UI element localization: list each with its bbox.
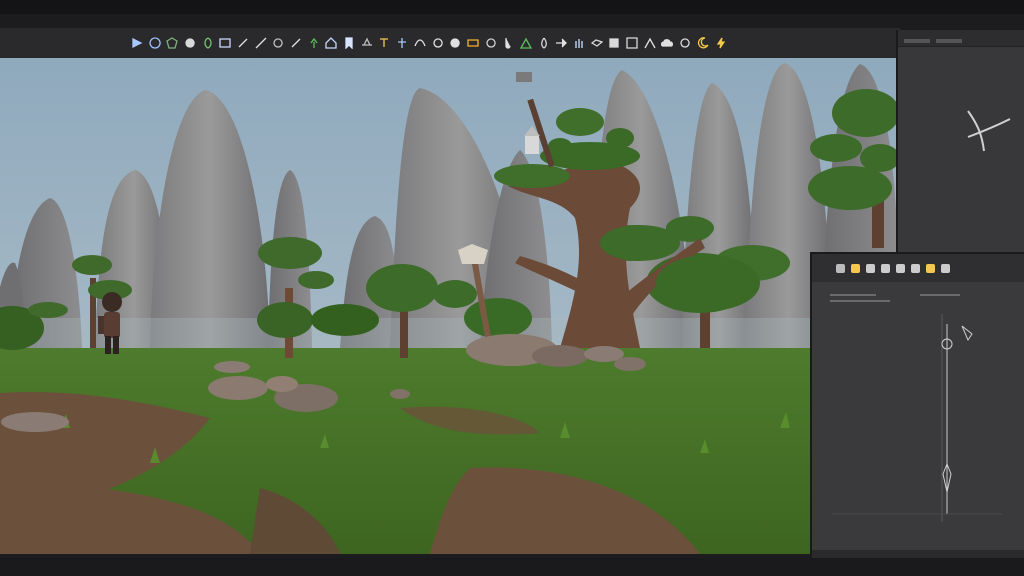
ring2-tool-icon[interactable]	[446, 34, 464, 52]
brush-tool-icon[interactable]	[234, 34, 252, 52]
book-tool-icon[interactable]	[216, 34, 234, 52]
shield-tool-icon[interactable]	[163, 34, 181, 52]
property-coin-icon[interactable]	[926, 263, 935, 273]
property-grid-icon[interactable]	[881, 263, 890, 273]
coin-tool-icon[interactable]	[676, 34, 694, 52]
status-bar	[0, 558, 1024, 576]
arrow-tool-icon[interactable]	[553, 34, 571, 52]
tool-row	[128, 34, 729, 52]
property-pin-icon[interactable]	[896, 263, 905, 273]
hook-tool-icon[interactable]	[499, 34, 517, 52]
preview-panel-header	[898, 30, 1024, 47]
mountain-tool-icon[interactable]	[517, 34, 535, 52]
property-bell-icon[interactable]	[851, 263, 860, 273]
stamp-tool-icon[interactable]	[606, 34, 624, 52]
ring3-tool-icon[interactable]	[482, 34, 500, 52]
cap-tool-icon[interactable]	[358, 34, 376, 52]
frame-tool-icon[interactable]	[623, 34, 641, 52]
main-toolbar	[0, 28, 900, 59]
droplet-tool-icon[interactable]	[535, 34, 553, 52]
globe-tool-icon[interactable]	[146, 34, 164, 52]
rig-preview	[832, 314, 1002, 522]
properties-panel	[810, 252, 1024, 560]
crescent-tool-icon[interactable]	[694, 34, 712, 52]
plant-tool-icon[interactable]	[305, 34, 323, 52]
pencil-tool-icon[interactable]	[252, 34, 270, 52]
scene-viewport[interactable]	[0, 58, 900, 554]
cloud-tool-icon[interactable]	[659, 34, 677, 52]
text-tool-icon[interactable]	[376, 34, 394, 52]
bird-tool-icon[interactable]	[588, 34, 606, 52]
circle-tool-icon[interactable]	[270, 34, 288, 52]
property-list-icon[interactable]	[866, 263, 875, 273]
sphere-tool-icon[interactable]	[181, 34, 199, 52]
label-tool-icon[interactable]	[464, 34, 482, 52]
title-strip	[0, 0, 1024, 14]
ring-tool-icon[interactable]	[429, 34, 447, 52]
leaf-tool-icon[interactable]	[199, 34, 217, 52]
select-tool-icon[interactable]	[128, 34, 146, 52]
figure-tool-icon[interactable]	[393, 34, 411, 52]
wrench-tool-icon[interactable]	[287, 34, 305, 52]
property-ring-icon[interactable]	[941, 263, 950, 273]
property-arch-icon[interactable]	[911, 263, 920, 273]
properties-toolbar	[812, 254, 1024, 282]
hand-tool-icon[interactable]	[570, 34, 588, 52]
bolt-tool-icon[interactable]	[712, 34, 730, 52]
house-tool-icon[interactable]	[323, 34, 341, 52]
curve-tool-icon[interactable]	[411, 34, 429, 52]
peak-tool-icon[interactable]	[641, 34, 659, 52]
property-undo-icon[interactable]	[836, 263, 845, 273]
preview-panel	[896, 30, 1024, 252]
curve-preview	[967, 110, 1011, 152]
bookmark-tool-icon[interactable]	[340, 34, 358, 52]
